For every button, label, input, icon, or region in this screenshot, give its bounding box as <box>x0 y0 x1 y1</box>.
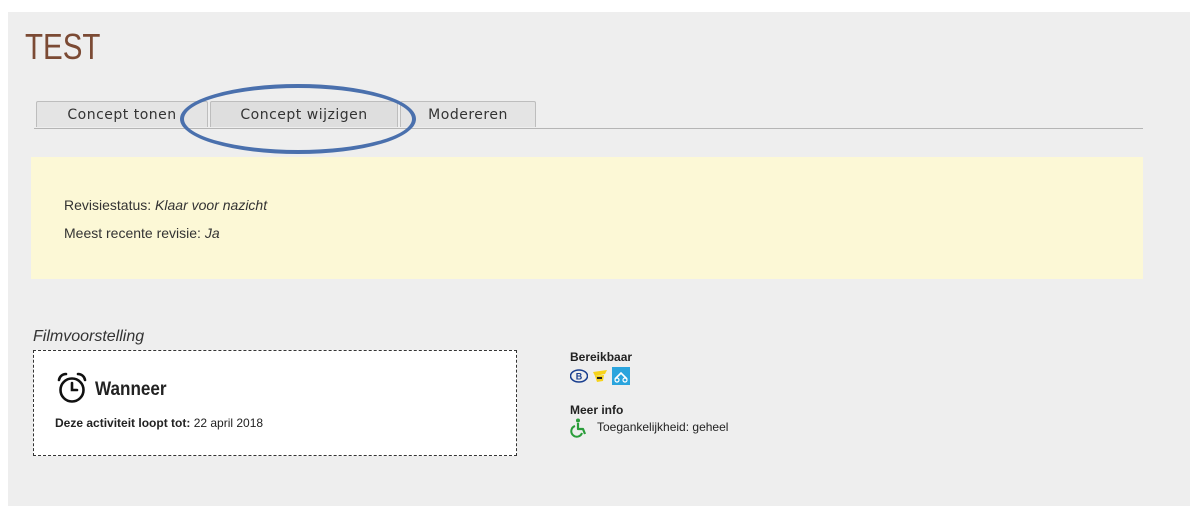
when-box: Wanneer Deze activiteit loopt tot: 22 ap… <box>33 350 517 456</box>
side-info: Bereikbaar B Meer info Toegankelijkheid:… <box>570 350 870 450</box>
revision-status-value: Klaar voor nazicht <box>155 197 268 213</box>
activity-until-value: 22 april 2018 <box>193 416 264 430</box>
recent-revision-label: Meest recente revisie: <box>64 225 201 241</box>
tab-modereren[interactable]: Modereren <box>400 101 536 127</box>
accessibility-text: Toegankelijkheid: geheel <box>597 420 729 434</box>
revision-status: Revisiestatus: Klaar voor nazicht <box>64 197 267 213</box>
wheelchair-icon <box>570 418 587 438</box>
revision-status-label: Revisiestatus: <box>64 197 152 213</box>
section-label: Filmvoorstelling <box>33 328 145 345</box>
bike-icon <box>612 367 630 385</box>
recent-revision: Meest recente revisie: Ja <box>64 225 220 241</box>
bus-icon <box>593 370 607 382</box>
more-info-title: Meer info <box>570 403 624 417</box>
reachability-title: Bereikbaar <box>570 350 633 364</box>
revision-notice: Revisiestatus: Klaar voor nazicht Meest … <box>31 157 1143 279</box>
alarm-clock-icon <box>57 372 87 403</box>
recent-revision-value: Ja <box>204 225 220 241</box>
when-title: Wanneer <box>95 379 167 400</box>
activity-until-label: Deze activiteit loopt tot: <box>55 416 191 430</box>
svg-text:B: B <box>576 372 583 382</box>
highlight-ellipse <box>180 84 416 154</box>
train-icon: B <box>570 369 588 383</box>
activity-until: Deze activiteit loopt tot: 22 april 2018 <box>55 416 263 430</box>
page-title: TEST <box>25 26 101 67</box>
